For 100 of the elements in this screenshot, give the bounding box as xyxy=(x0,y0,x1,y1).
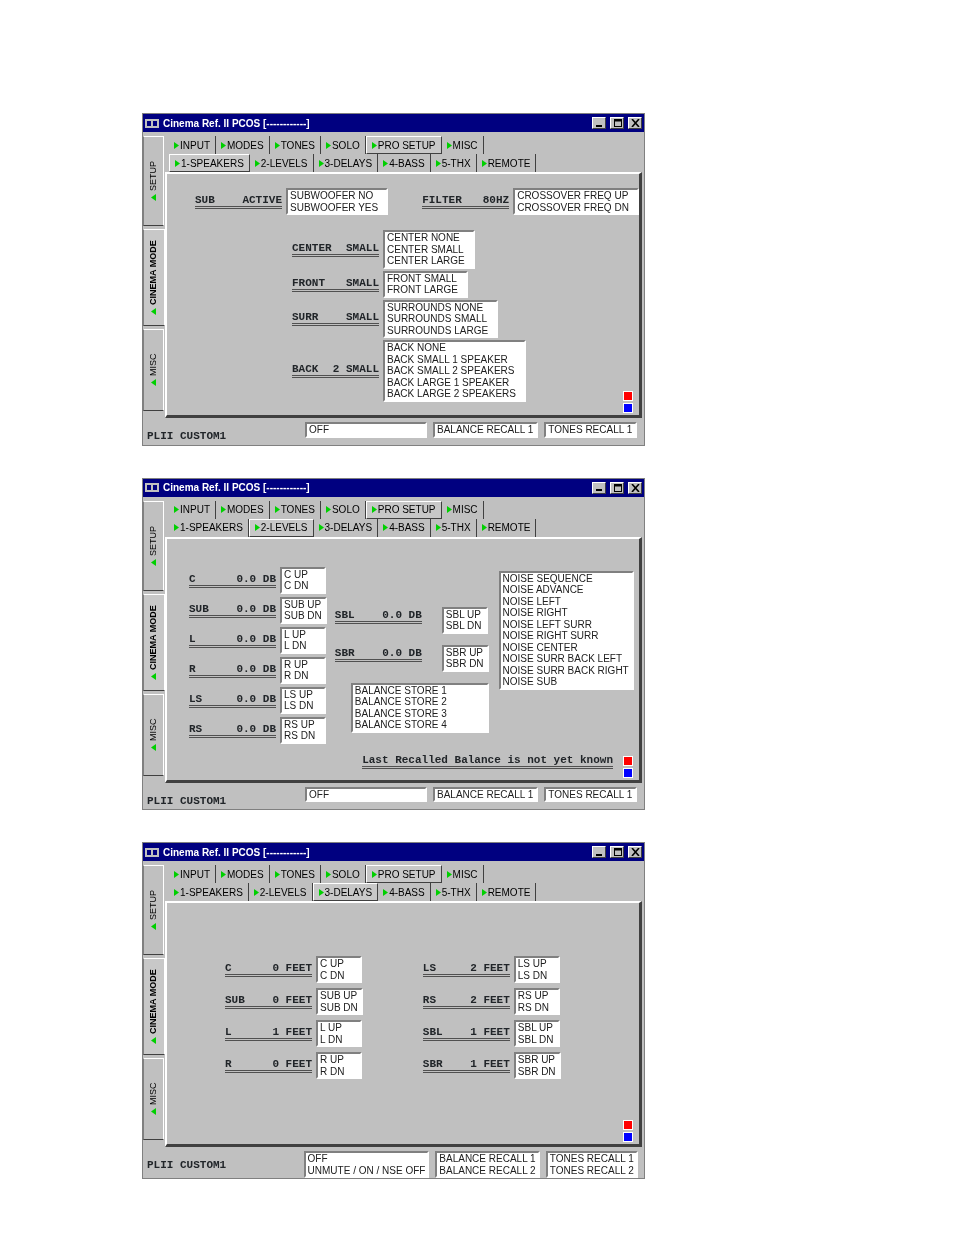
list-option[interactable]: L DN xyxy=(284,640,321,652)
list-box[interactable]: SUB UP SUB DN xyxy=(316,988,363,1015)
tab[interactable]: 5-THX xyxy=(430,154,477,172)
tab[interactable]: TONES xyxy=(269,136,321,154)
side-tab[interactable]: SETUP xyxy=(143,500,164,591)
list-option[interactable]: CENTER LARGE xyxy=(387,255,465,267)
tab[interactable]: 4-BASS xyxy=(378,518,431,537)
tab[interactable]: 4-BASS xyxy=(378,154,431,172)
list-box[interactable]: SUB UP SUB DN xyxy=(280,596,327,624)
list-option[interactable]: CROSSOVER FREQ DN xyxy=(517,201,629,213)
list-option[interactable]: NOISE SEQUENCE xyxy=(502,572,629,584)
list-option[interactable]: NOISE RIGHT xyxy=(502,607,629,619)
list-box[interactable]: L UP L DN xyxy=(280,626,326,654)
list-box[interactable]: BALANCE RECALL 1 BALANCE RECALL 2 xyxy=(435,1151,540,1178)
list-option[interactable]: SURROUNDS SMALL xyxy=(387,313,489,325)
minimize-button[interactable] xyxy=(592,846,606,858)
list-option[interactable]: OFF xyxy=(309,788,422,800)
list-option[interactable]: BALANCE STORE 3 xyxy=(354,707,484,719)
list-option[interactable]: NOISE LEFT SURR xyxy=(502,618,629,630)
tab[interactable]: MODES xyxy=(216,865,270,883)
list-option[interactable]: BACK SMALL 2 SPEAKERS xyxy=(387,365,516,377)
side-tab[interactable]: MISC xyxy=(143,1058,164,1140)
list-option[interactable]: C DN xyxy=(284,580,321,592)
list-box[interactable]: SUBWOOFER NO SUBWOOFER YES xyxy=(286,188,389,215)
list-option[interactable]: NOISE ADVANCE xyxy=(502,584,629,596)
list-box[interactable]: C UP C DN xyxy=(280,566,326,594)
list-option[interactable]: NOISE SURR BACK LEFT xyxy=(502,653,629,665)
tab[interactable]: 3-DELAYS xyxy=(313,518,379,537)
list-option[interactable]: BALANCE RECALL 2 xyxy=(439,1164,535,1176)
tab[interactable]: MISC xyxy=(441,500,484,519)
tab[interactable]: REMOTE xyxy=(476,154,537,172)
list-option[interactable]: SBR DN xyxy=(445,658,484,670)
list-option[interactable]: RS DN xyxy=(284,730,321,742)
list-box[interactable]: NOISE SEQUENCE NOISE ADVANCE NOISE LEFT NOISE RIGHT NOISE LEFT SURR NOISE RIGHT SURR NOISE CENTER NOISE SURR BACK LEFT NOISE SURR BACK RIGHT NOISE SUB xyxy=(498,570,634,690)
list-option[interactable]: NOISE CENTER xyxy=(502,641,629,653)
list-option[interactable]: BALANCE STORE 4 xyxy=(354,719,484,731)
list-box[interactable]: TONES RECALL 1 xyxy=(544,422,638,438)
list-box[interactable]: BALANCE RECALL 1 xyxy=(433,422,539,438)
side-tab[interactable]: CINEMA MODE xyxy=(143,958,165,1055)
list-option[interactable]: LS UP xyxy=(517,958,555,970)
list-option[interactable]: UNMUTE / ON / NSE OFF xyxy=(307,1164,425,1176)
tab[interactable]: SOLO xyxy=(320,500,366,519)
list-box[interactable]: CENTER NONE CENTER SMALL CENTER LARGE xyxy=(383,230,475,269)
list-option[interactable]: LS UP xyxy=(284,688,321,700)
list-option[interactable]: NOISE SURR BACK RIGHT xyxy=(502,664,629,676)
list-option[interactable]: R UP xyxy=(284,658,321,670)
list-box[interactable]: R UP R DN xyxy=(280,656,326,684)
close-button[interactable] xyxy=(628,117,642,129)
list-box[interactable]: RS UP RS DN xyxy=(280,716,326,744)
tab[interactable]: 3-DELAYS xyxy=(312,883,379,901)
maximize-button[interactable] xyxy=(610,481,624,494)
list-option[interactable]: SUBWOOFER YES xyxy=(290,201,379,213)
list-box[interactable]: R UP R DN xyxy=(316,1052,362,1079)
tab[interactable]: 3-DELAYS xyxy=(313,154,379,172)
tab[interactable]: 5-THX xyxy=(430,883,477,901)
list-box[interactable]: OFF UNMUTE / ON / NSE OFF xyxy=(303,1151,430,1178)
tab[interactable]: PRO SETUP xyxy=(365,865,442,883)
tab[interactable]: PRO SETUP xyxy=(365,136,442,154)
list-box[interactable]: BALANCE RECALL 1 xyxy=(433,786,539,802)
list-box[interactable]: TONES RECALL 1 xyxy=(544,786,638,802)
maximize-button[interactable] xyxy=(610,117,624,129)
tab[interactable]: 1-SPEAKERS xyxy=(169,518,249,537)
list-option[interactable]: BACK LARGE 1 SPEAKER xyxy=(387,376,516,388)
list-option[interactable]: SURROUNDS NONE xyxy=(387,301,489,313)
tab[interactable]: MISC xyxy=(441,136,484,154)
list-option[interactable]: BACK LARGE 2 SPEAKERS xyxy=(387,388,516,400)
tab[interactable]: MISC xyxy=(441,865,484,883)
list-option[interactable]: TONES RECALL 1 xyxy=(548,788,633,800)
list-option[interactable]: SBR UP xyxy=(517,1054,556,1066)
list-option[interactable]: SUB DN xyxy=(320,1001,358,1013)
side-tab[interactable]: MISC xyxy=(143,329,164,411)
list-box[interactable]: TONES RECALL 1 TONES RECALL 2 xyxy=(545,1151,638,1178)
list-option[interactable]: SBR UP xyxy=(445,646,484,658)
side-tab[interactable]: SETUP xyxy=(143,865,164,955)
list-box[interactable]: L UP L DN xyxy=(316,1020,362,1047)
tab[interactable]: REMOTE xyxy=(476,518,537,537)
list-option[interactable]: NOISE LEFT xyxy=(502,595,629,607)
close-button[interactable] xyxy=(628,846,642,858)
tab[interactable]: 5-THX xyxy=(430,518,477,537)
list-option[interactable]: SBL UP xyxy=(445,608,483,620)
list-option[interactable]: R DN xyxy=(320,1065,357,1077)
list-option[interactable]: SUB DN xyxy=(284,610,322,622)
list-option[interactable]: C UP xyxy=(320,958,357,970)
list-option[interactable]: OFF xyxy=(309,424,422,436)
list-option[interactable]: BALANCE RECALL 1 xyxy=(439,1153,535,1165)
maximize-button[interactable] xyxy=(610,846,624,858)
list-option[interactable]: NOISE SUB xyxy=(502,676,629,688)
list-box[interactable]: SURROUNDS NONE SURROUNDS SMALL SURROUNDS LARGE xyxy=(383,299,499,338)
tab[interactable]: SOLO xyxy=(320,136,366,154)
tab[interactable]: 2-LEVELS xyxy=(248,883,313,901)
list-option[interactable]: SUB UP xyxy=(284,598,322,610)
list-option[interactable]: TONES RECALL 2 xyxy=(549,1164,633,1176)
tab[interactable]: 2-LEVELS xyxy=(249,154,314,172)
list-box[interactable]: LS UP LS DN xyxy=(513,956,560,983)
tab[interactable]: MODES xyxy=(216,500,270,519)
tab[interactable]: 4-BASS xyxy=(378,883,431,901)
list-option[interactable]: R UP xyxy=(320,1054,357,1066)
list-option[interactable]: R DN xyxy=(284,670,321,682)
list-box[interactable]: LS UP LS DN xyxy=(280,686,326,714)
tab[interactable]: 1-SPEAKERS xyxy=(169,883,249,901)
